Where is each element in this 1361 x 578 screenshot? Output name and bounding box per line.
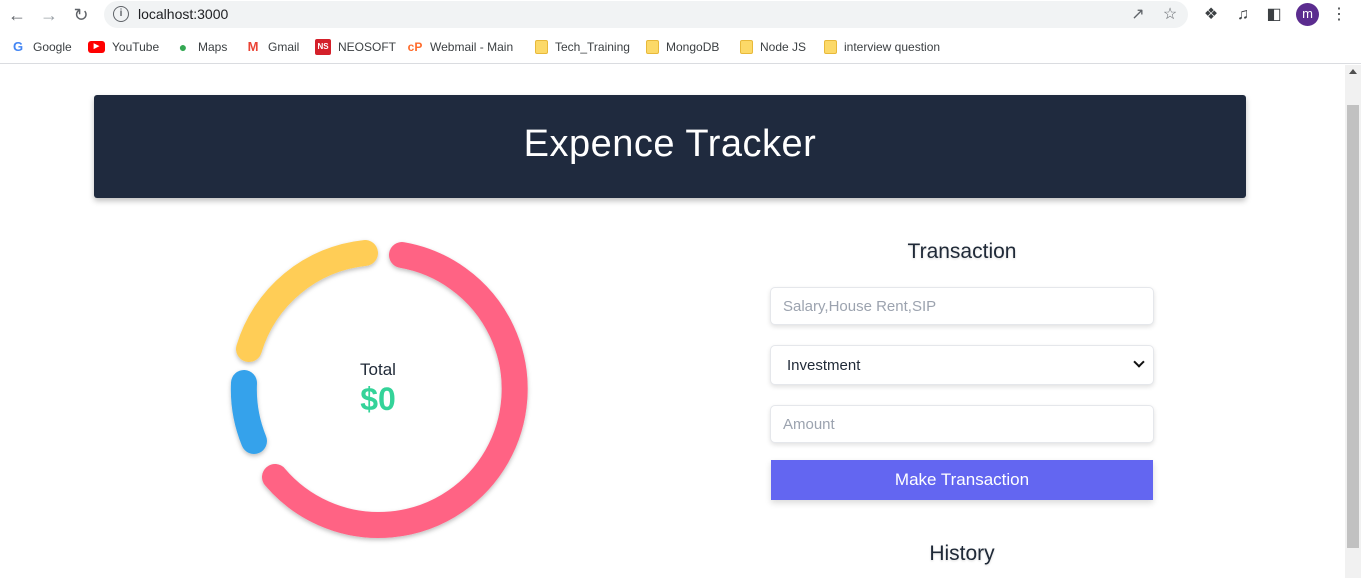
bookmark-interview-question[interactable]: interview question bbox=[822, 38, 940, 56]
url-text[interactable]: localhost:3000 bbox=[138, 6, 228, 22]
back-arrow-icon[interactable]: ← bbox=[6, 4, 28, 26]
forward-arrow-icon[interactable]: → bbox=[38, 4, 60, 26]
google-icon: G bbox=[12, 39, 24, 54]
site-info-icon[interactable]: i bbox=[113, 6, 129, 22]
make-transaction-button[interactable]: Make Transaction bbox=[771, 460, 1153, 500]
bookmark-neosoft[interactable]: NS NEOSOFT bbox=[315, 38, 396, 56]
page-content: Expence Tracker Total $0 Transaction Inv… bbox=[0, 65, 1345, 578]
share-icon[interactable]: ↗ bbox=[1128, 5, 1148, 25]
bookmark-youtube[interactable]: ▶ YouTube bbox=[88, 38, 159, 56]
bookmark-gmail[interactable]: M Gmail bbox=[245, 38, 300, 56]
neosoft-icon: NS bbox=[315, 39, 331, 55]
bookmark-webmail[interactable]: cP Webmail - Main bbox=[407, 38, 513, 56]
youtube-icon: ▶ bbox=[88, 41, 105, 53]
extensions-icon[interactable]: ❖ bbox=[1200, 4, 1222, 26]
total-label: Total bbox=[360, 360, 396, 379]
transaction-title: Transaction bbox=[907, 240, 1017, 263]
browser-toolbar: ← → ↻ i localhost:3000 ↗ ☆ ❖ ♫ ◧ m ⋮ bbox=[0, 0, 1361, 30]
page-scrollbar[interactable] bbox=[1345, 65, 1361, 578]
select-value: Investment bbox=[787, 357, 861, 374]
bookmarks-bar: G Google ▶ YouTube ● Maps M Gmail NS NEO… bbox=[0, 30, 1361, 64]
maps-icon: ● bbox=[178, 39, 188, 55]
transaction-type-select[interactable]: Investment bbox=[770, 345, 1154, 385]
history-title: History bbox=[929, 542, 995, 565]
transaction-name-input[interactable] bbox=[770, 287, 1154, 325]
cpanel-icon: cP bbox=[407, 40, 423, 54]
chart-segment-savings[interactable] bbox=[230, 370, 267, 454]
folder-icon bbox=[535, 40, 548, 54]
amount-input[interactable] bbox=[770, 405, 1154, 443]
bookmark-maps[interactable]: ● Maps bbox=[175, 38, 228, 56]
bookmark-node-js[interactable]: Node JS bbox=[738, 38, 806, 56]
scrollbar-thumb[interactable] bbox=[1347, 105, 1359, 548]
gmail-icon: M bbox=[247, 39, 259, 54]
address-bar[interactable]: i localhost:3000 ↗ ☆ bbox=[104, 1, 1188, 28]
bookmark-google[interactable]: G Google bbox=[10, 38, 72, 56]
folder-icon bbox=[824, 40, 837, 54]
bookmark-tech-training[interactable]: Tech_Training bbox=[533, 38, 630, 56]
total-value: $0 bbox=[360, 381, 396, 417]
bookmark-mongodb[interactable]: MongoDB bbox=[644, 38, 719, 56]
app-header: Expence Tracker bbox=[94, 95, 1246, 198]
side-panel-icon[interactable]: ◧ bbox=[1263, 4, 1285, 26]
folder-icon bbox=[740, 40, 753, 54]
scroll-up-arrow-icon[interactable] bbox=[1349, 69, 1357, 74]
chevron-down-icon bbox=[1133, 356, 1145, 368]
chart-segment-investment[interactable] bbox=[236, 240, 378, 362]
folder-icon bbox=[646, 40, 659, 54]
page-title: Expence Tracker bbox=[523, 123, 817, 165]
media-control-icon[interactable]: ♫ bbox=[1232, 4, 1254, 26]
menu-dots-icon[interactable]: ⋮ bbox=[1328, 4, 1350, 26]
profile-avatar[interactable]: m bbox=[1296, 3, 1319, 26]
reload-icon[interactable]: ↻ bbox=[70, 4, 92, 26]
star-icon[interactable]: ☆ bbox=[1160, 5, 1180, 25]
